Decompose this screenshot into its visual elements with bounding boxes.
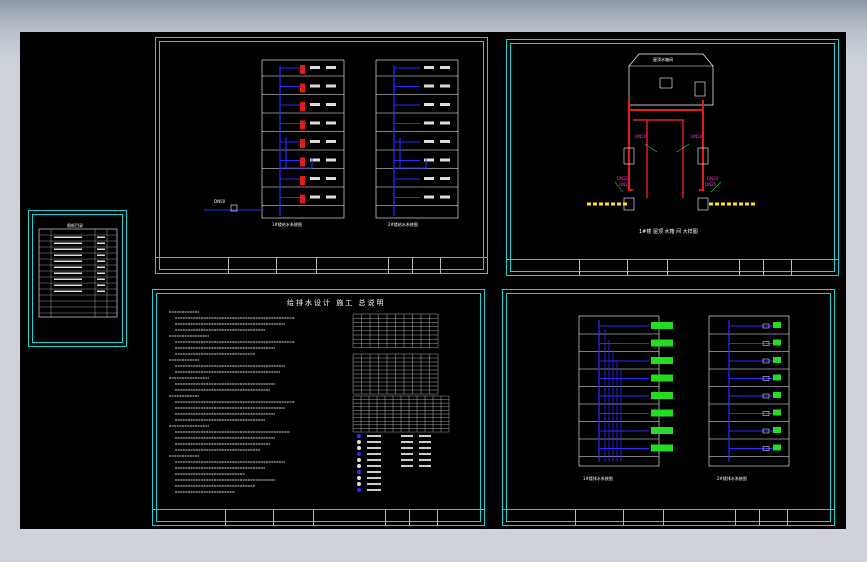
drainage-title-block: [503, 509, 834, 525]
drain-caption-right: 2#楼排水系统图: [717, 476, 747, 481]
roof-tank-title-block: [507, 259, 838, 275]
drainage-diagram: [578, 315, 790, 467]
supply-caption-right: 2#楼给水系统图: [388, 222, 418, 227]
roof-tank-caption: 1#楼 屋顶 水箱 间 大样图: [639, 229, 698, 235]
svg-text:DN50: DN50: [635, 134, 647, 139]
svg-text:DN50: DN50: [214, 199, 226, 204]
water-supply-diagram: DN50: [204, 59, 459, 219]
supply-caption-left: 1#楼给水系统图: [272, 222, 302, 227]
design-notes-title-block: [153, 509, 484, 525]
design-notes-body: [169, 311, 450, 493]
roof-tank-diagram: DN50 DN50 DN32 DN32 DN25 DN25: [587, 53, 755, 211]
cad-model-space[interactable]: 图纸目录 DN50 1#楼给水系统图 2#楼给水系统图 DN50 DN50 DN…: [20, 32, 846, 529]
water-supply-sheet[interactable]: DN50 1#楼给水系统图 2#楼给水系统图: [155, 37, 488, 274]
design-notes-sheet[interactable]: 给排水设计 施工 总说明: [152, 289, 485, 526]
svg-text:DN32: DN32: [707, 176, 719, 181]
svg-text:DN50: DN50: [691, 134, 703, 139]
drawing-list-table: [38, 228, 118, 318]
roof-tank-sheet[interactable]: DN50 DN50 DN32 DN32 DN25 DN25 屋顶水箱间 1#楼 屋顶 …: [506, 39, 839, 276]
drawing-list-sheet[interactable]: 图纸目录: [28, 210, 127, 347]
roof-house-label: 屋顶水箱间: [653, 57, 673, 62]
drain-caption-left: 1#楼排水系统图: [583, 476, 613, 481]
svg-text:DN32: DN32: [617, 176, 629, 181]
drainage-sheet[interactable]: 1#楼排水系统图 2#楼排水系统图: [502, 289, 835, 526]
svg-text:DN25: DN25: [619, 182, 631, 187]
svg-text:DN25: DN25: [705, 182, 717, 187]
supply-title-block: [156, 257, 487, 273]
